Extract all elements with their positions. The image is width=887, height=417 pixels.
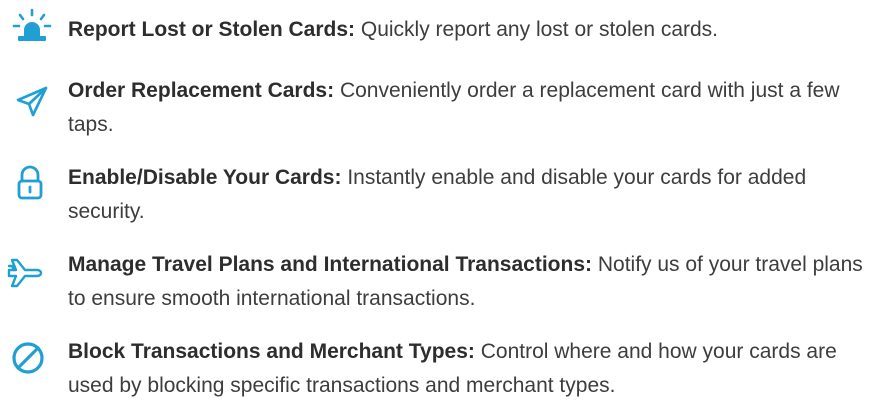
- feature-title: Order Replacement Cards:: [68, 79, 335, 102]
- feature-title: Manage Travel Plans and International Tr…: [68, 253, 592, 276]
- alarm-siren-icon: [12, 8, 52, 48]
- feature-text: Enable/Disable Your Cards: Instantly ena…: [68, 161, 880, 229]
- feature-title: Enable/Disable Your Cards:: [68, 166, 342, 189]
- padlock-icon: [10, 163, 50, 203]
- feature-title: Report Lost or Stolen Cards:: [68, 18, 356, 41]
- feature-text: Order Replacement Cards: Conveniently or…: [68, 74, 880, 142]
- feature-description: Quickly report any lost or stolen cards.: [360, 18, 719, 41]
- feature-text: Manage Travel Plans and International Tr…: [68, 248, 880, 316]
- block-icon: [8, 338, 48, 378]
- send-paper-plane-icon: [12, 82, 52, 122]
- feature-text: Report Lost or Stolen Cards: Quickly rep…: [68, 13, 880, 47]
- airplane-icon: [6, 250, 46, 290]
- feature-text: Block Transactions and Merchant Types: C…: [68, 335, 880, 403]
- feature-title: Block Transactions and Merchant Types:: [68, 340, 475, 363]
